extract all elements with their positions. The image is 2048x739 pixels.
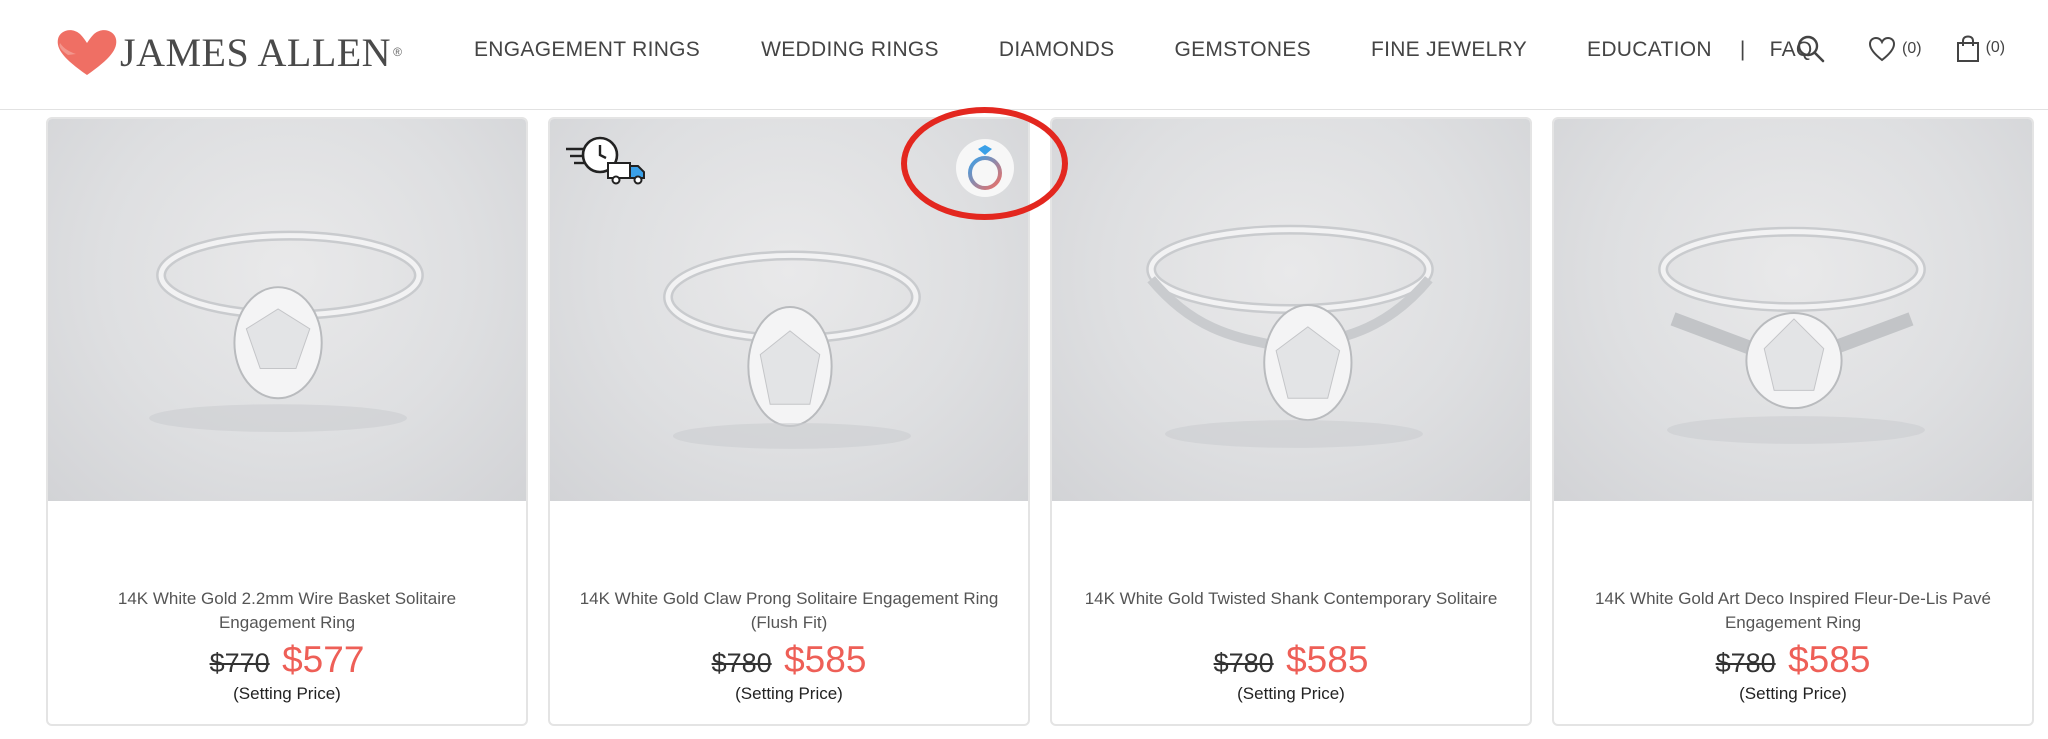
ring-image: [1658, 226, 1926, 444]
product-image[interactable]: [1554, 119, 2032, 501]
nav-gemstones[interactable]: GEMSTONES: [1174, 38, 1311, 62]
product-title[interactable]: 14K White Gold 2.2mm Wire Basket Solitai…: [68, 587, 506, 635]
sale-price: $585: [784, 639, 867, 680]
sale-price: $585: [1286, 639, 1369, 680]
brand-name: JAMES ALLEN: [120, 29, 392, 75]
product-image[interactable]: [48, 119, 526, 501]
product-card[interactable]: 14K White Gold Twisted Shank Contemporar…: [1050, 117, 1532, 726]
product-card[interactable]: 14K White Gold 2.2mm Wire Basket Solitai…: [46, 117, 528, 726]
main-nav: ENGAGEMENT RINGS WEDDING RINGS DIAMONDS …: [474, 38, 1813, 62]
product-title[interactable]: 14K White Gold Art Deco Inspired Fleur-D…: [1574, 587, 2012, 635]
product-title[interactable]: 14K White Gold Twisted Shank Contemporar…: [1072, 587, 1510, 611]
nav-wedding-rings[interactable]: WEDDING RINGS: [761, 38, 939, 62]
annotation-highlight-circle: [901, 107, 1068, 220]
cart-count: (0): [1985, 39, 2006, 56]
product-title[interactable]: 14K White Gold Claw Prong Solitaire Enga…: [570, 587, 1008, 635]
brand-logo[interactable]: JAMES ALLEN ®: [54, 22, 402, 82]
wishlist-link[interactable]: (0): [1868, 36, 1922, 62]
site-header: JAMES ALLEN ® ENGAGEMENT RINGS WEDDING R…: [0, 0, 2048, 110]
price-row: $770 $577: [48, 639, 526, 681]
product-image[interactable]: [1052, 119, 1530, 501]
original-price: $780: [1213, 648, 1274, 678]
wishlist-count: (0): [1902, 40, 1922, 57]
search-icon[interactable]: [1796, 34, 1826, 64]
fast-shipping-icon: [566, 136, 645, 185]
nav-engagement-rings[interactable]: ENGAGEMENT RINGS: [474, 38, 700, 62]
nav-diamonds[interactable]: DIAMONDS: [999, 38, 1115, 62]
header-icons: (0) (0): [1796, 34, 2005, 64]
registered-mark: ®: [393, 45, 402, 59]
product-card[interactable]: 14K White Gold Art Deco Inspired Fleur-D…: [1552, 117, 2034, 726]
shopping-bag-icon: [1956, 35, 1979, 62]
price-note: (Setting Price): [1237, 684, 1345, 703]
sale-price: $585: [1788, 639, 1871, 680]
original-price: $770: [209, 648, 270, 678]
nav-fine-jewelry[interactable]: FINE JEWELRY: [1371, 38, 1527, 62]
ring-image: [149, 230, 424, 432]
original-price: $780: [1715, 648, 1776, 678]
ring-image: [1146, 224, 1434, 448]
price-note: (Setting Price): [1739, 684, 1847, 703]
nav-education[interactable]: EDUCATION: [1587, 38, 1712, 62]
price-row: $780 $585: [1554, 639, 2032, 681]
price-row: $780 $585: [1052, 639, 1530, 681]
price-note: (Setting Price): [735, 684, 843, 703]
heart-icon: [1868, 36, 1896, 62]
sale-price: $577: [282, 639, 365, 680]
price-note: (Setting Price): [233, 684, 341, 703]
price-row: $780 $585: [550, 639, 1028, 681]
original-price: $780: [711, 648, 772, 678]
nav-separator: |: [1739, 38, 1746, 61]
cart-link[interactable]: (0): [1956, 35, 2006, 63]
heart-logo-icon: [57, 30, 117, 75]
